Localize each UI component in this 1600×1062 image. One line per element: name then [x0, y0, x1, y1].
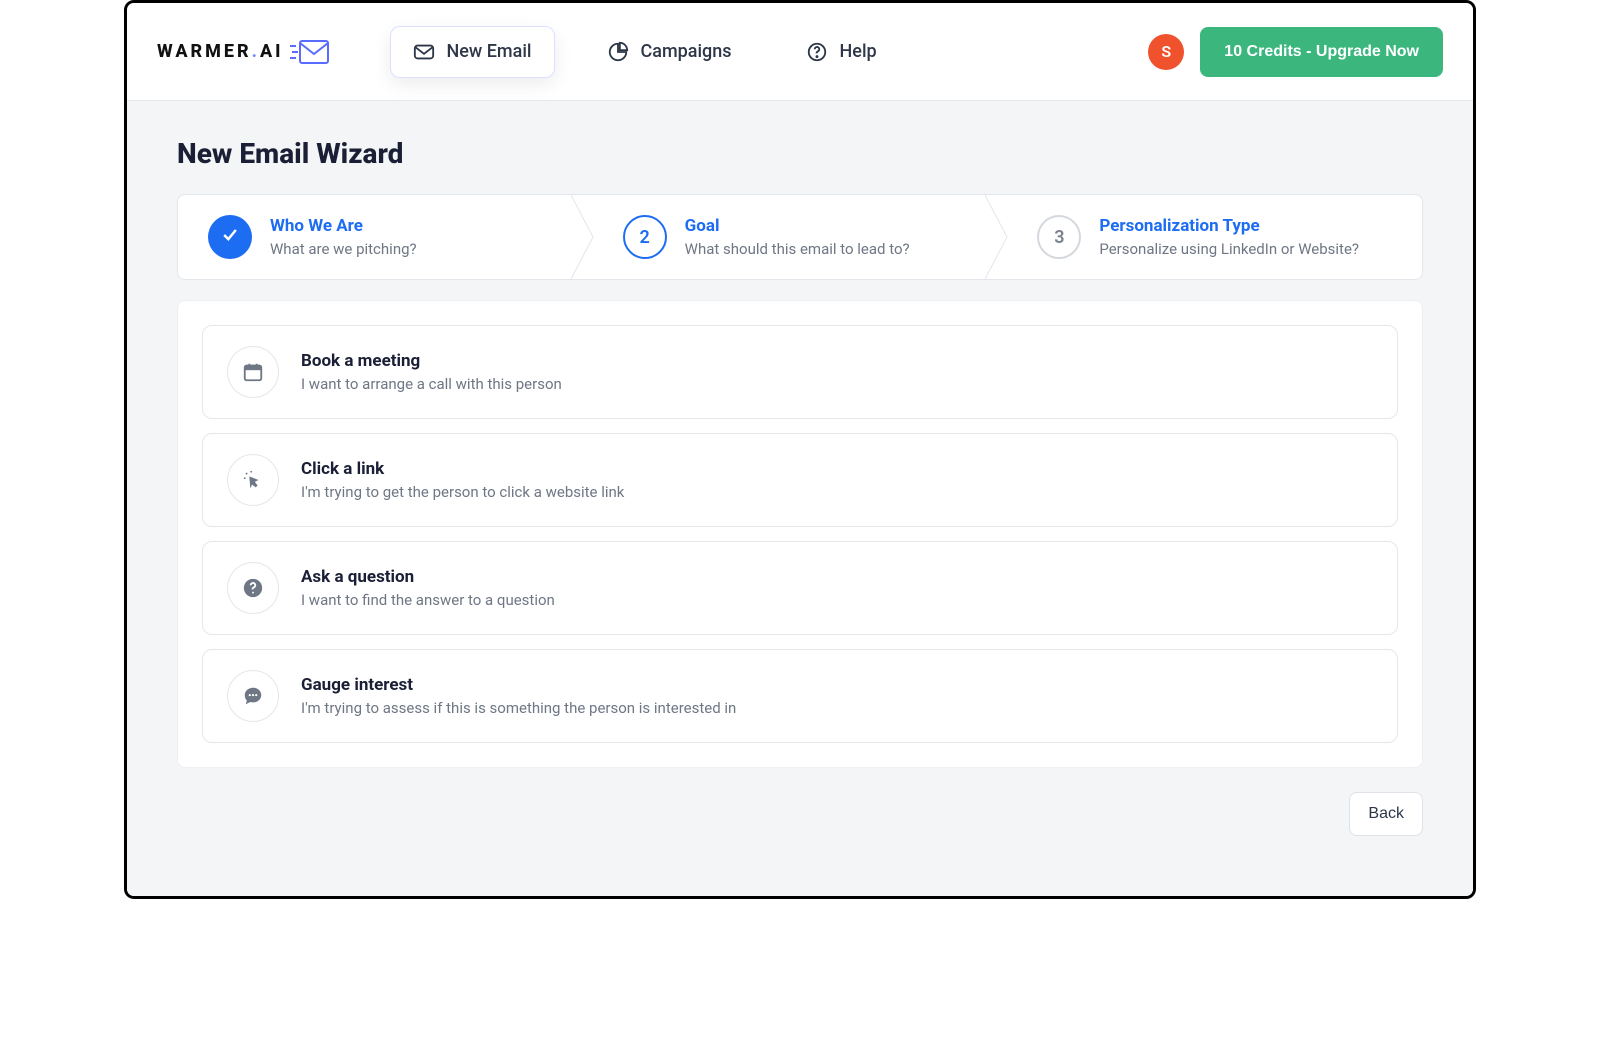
- step-subtitle: What are we pitching?: [270, 240, 417, 258]
- calendar-icon: [227, 346, 279, 398]
- step-badge-active: 2: [623, 215, 667, 259]
- header-right: S 10 Credits - Upgrade Now: [1148, 27, 1443, 77]
- wizard-stepper: Who We Are What are we pitching? 2 Goal …: [177, 194, 1423, 280]
- option-gauge-interest[interactable]: Gauge interest I'm trying to assess if t…: [202, 649, 1398, 743]
- app-frame: WARMER.AI New Email: [124, 0, 1476, 899]
- mail-icon: [413, 41, 435, 63]
- brand-text: WARMER.AI: [157, 41, 284, 62]
- question-icon: [227, 562, 279, 614]
- pie-chart-icon: [607, 41, 629, 63]
- option-ask-question[interactable]: Ask a question I want to find the answer…: [202, 541, 1398, 635]
- nav-campaigns[interactable]: Campaigns: [585, 27, 754, 77]
- step-goal[interactable]: 2 Goal What should this email to lead to…: [593, 195, 1008, 279]
- brand-envelope-icon: [290, 39, 330, 65]
- option-subtitle: I'm trying to get the person to click a …: [301, 483, 624, 501]
- option-book-meeting[interactable]: Book a meeting I want to arrange a call …: [202, 325, 1398, 419]
- goal-options-panel: Book a meeting I want to arrange a call …: [177, 300, 1423, 768]
- upgrade-button-label: 10 Credits - Upgrade Now: [1224, 43, 1419, 60]
- option-text: Book a meeting I want to arrange a call …: [301, 351, 562, 393]
- option-subtitle: I'm trying to assess if this is somethin…: [301, 699, 736, 717]
- chat-bubble-icon: [227, 670, 279, 722]
- option-subtitle: I want to arrange a call with this perso…: [301, 375, 562, 393]
- main-nav: New Email Campaigns Help: [390, 26, 899, 78]
- header: WARMER.AI New Email: [127, 3, 1473, 101]
- help-icon: [806, 41, 828, 63]
- nav-new-email[interactable]: New Email: [390, 26, 555, 78]
- page-body: New Email Wizard Who We Are What are we …: [127, 101, 1473, 896]
- nav-help[interactable]: Help: [784, 27, 899, 77]
- step-subtitle: Personalize using LinkedIn or Website?: [1099, 240, 1359, 258]
- step-title: Goal: [685, 216, 910, 236]
- step-text: Personalization Type Personalize using L…: [1099, 216, 1359, 258]
- option-title: Book a meeting: [301, 351, 562, 371]
- check-icon: [220, 225, 240, 250]
- option-title: Click a link: [301, 459, 624, 479]
- step-badge-pending: 3: [1037, 215, 1081, 259]
- brand-dot: .: [252, 41, 260, 62]
- option-title: Gauge interest: [301, 675, 736, 695]
- wizard-footer: Back: [177, 792, 1423, 836]
- step-text: Goal What should this email to lead to?: [685, 216, 910, 258]
- brand-logo: WARMER.AI: [157, 39, 330, 65]
- step-personalization[interactable]: 3 Personalization Type Personalize using…: [1007, 195, 1422, 279]
- nav-new-email-label: New Email: [447, 41, 532, 62]
- option-subtitle: I want to find the answer to a question: [301, 591, 555, 609]
- cursor-click-icon: [227, 454, 279, 506]
- option-text: Ask a question I want to find the answer…: [301, 567, 555, 609]
- page-title: New Email Wizard: [177, 137, 1423, 170]
- step-number: 3: [1054, 227, 1064, 248]
- avatar[interactable]: S: [1148, 34, 1184, 70]
- avatar-initial: S: [1161, 42, 1171, 61]
- option-click-link[interactable]: Click a link I'm trying to get the perso…: [202, 433, 1398, 527]
- step-title: Who We Are: [270, 216, 417, 236]
- brand-name-b: AI: [260, 41, 284, 62]
- back-button-label: Back: [1368, 805, 1404, 822]
- option-text: Gauge interest I'm trying to assess if t…: [301, 675, 736, 717]
- step-subtitle: What should this email to lead to?: [685, 240, 910, 258]
- step-title: Personalization Type: [1099, 216, 1359, 236]
- option-text: Click a link I'm trying to get the perso…: [301, 459, 624, 501]
- upgrade-button[interactable]: 10 Credits - Upgrade Now: [1200, 27, 1443, 77]
- step-who-we-are[interactable]: Who We Are What are we pitching?: [178, 195, 593, 279]
- nav-campaigns-label: Campaigns: [641, 41, 732, 62]
- back-button[interactable]: Back: [1349, 792, 1423, 836]
- step-text: Who We Are What are we pitching?: [270, 216, 417, 258]
- brand-name-a: WARMER: [157, 41, 252, 62]
- step-number: 2: [640, 227, 650, 248]
- option-title: Ask a question: [301, 567, 555, 587]
- nav-help-label: Help: [840, 41, 877, 62]
- step-badge-done: [208, 215, 252, 259]
